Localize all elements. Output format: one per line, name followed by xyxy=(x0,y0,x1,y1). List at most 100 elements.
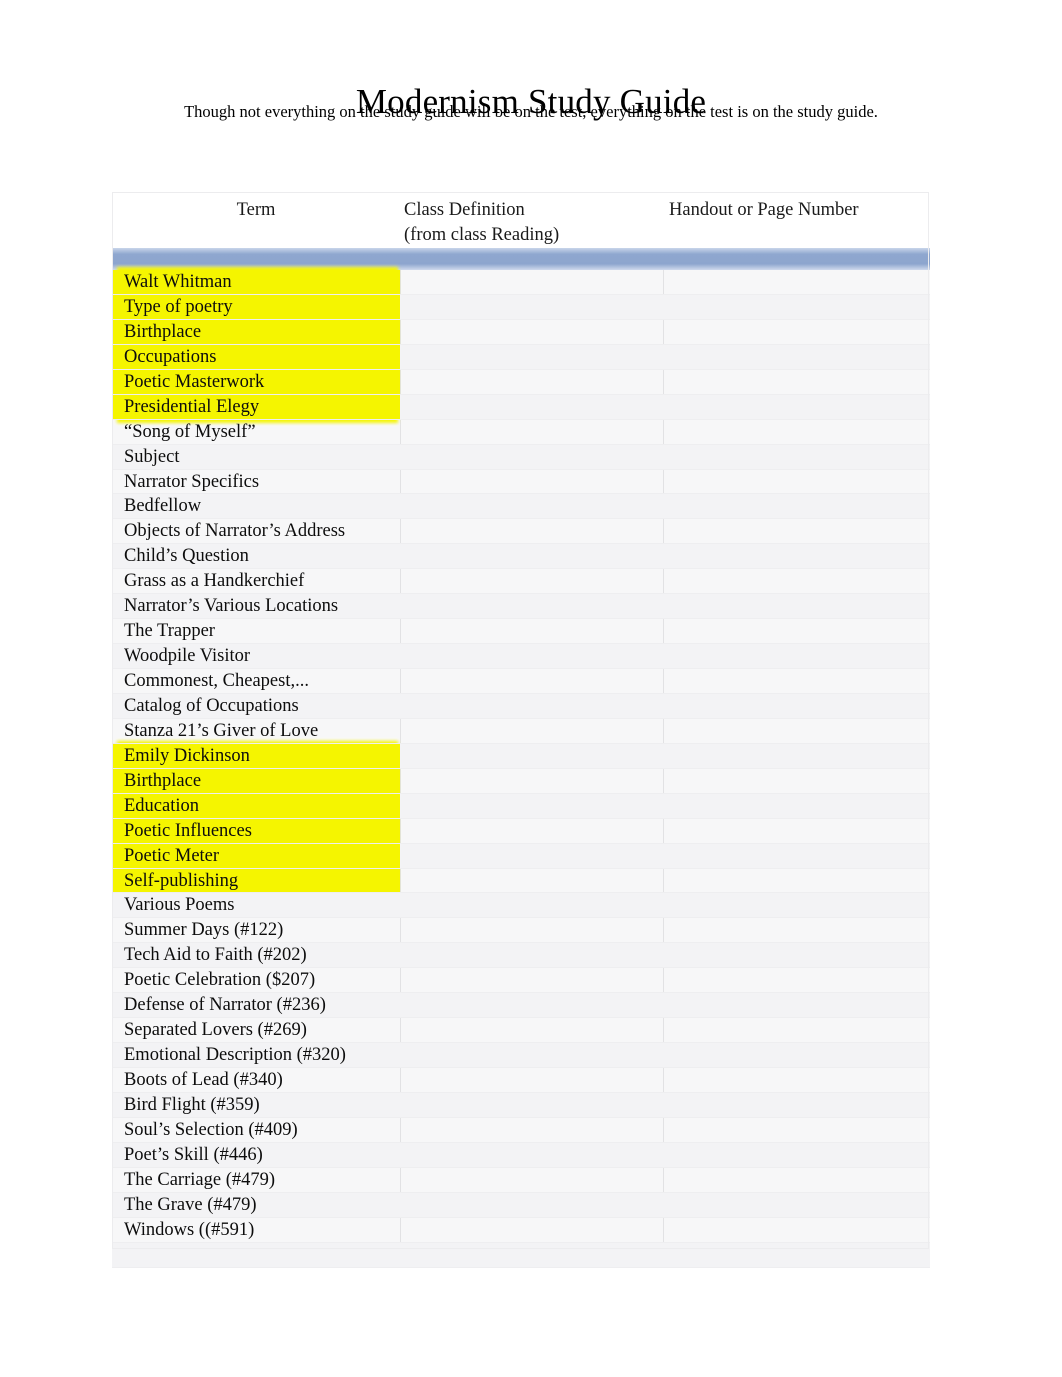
term-label: Bird Flight (#359) xyxy=(124,1094,260,1115)
cell-definition[interactable] xyxy=(401,1168,663,1193)
cell-page-number[interactable] xyxy=(664,544,930,569)
cell-definition[interactable] xyxy=(401,320,663,345)
table-row: Boots of Lead (#340) xyxy=(112,1068,930,1093)
cell-page-number[interactable] xyxy=(664,719,930,744)
cell-page-number[interactable] xyxy=(664,1168,930,1193)
cell-definition[interactable] xyxy=(401,1143,663,1168)
table-row xyxy=(112,1242,930,1268)
cell-definition[interactable] xyxy=(401,270,663,295)
cell-page-number[interactable] xyxy=(664,1018,930,1043)
cell-definition[interactable] xyxy=(401,569,663,594)
cell-definition[interactable] xyxy=(401,544,663,569)
cell-page-number[interactable] xyxy=(664,619,930,644)
cell-page-number[interactable] xyxy=(664,968,930,993)
cell-page-number[interactable] xyxy=(664,918,930,943)
cell-definition[interactable] xyxy=(401,869,663,894)
cell-definition[interactable] xyxy=(401,893,663,918)
table-row: Narrator’s Various Locations xyxy=(112,594,930,620)
cell-page-number[interactable] xyxy=(664,295,930,320)
cell-page-number[interactable] xyxy=(664,744,930,769)
cell-definition[interactable] xyxy=(401,519,663,544)
cell-term: Summer Days (#122) xyxy=(112,918,400,943)
cell-definition[interactable] xyxy=(401,1093,663,1118)
cell-definition[interactable] xyxy=(401,644,663,669)
cell-page-number[interactable] xyxy=(664,1043,930,1068)
cell-page-number[interactable] xyxy=(664,470,930,495)
cell-definition[interactable] xyxy=(401,819,663,844)
cell-definition[interactable] xyxy=(401,619,663,644)
cell-page-number[interactable] xyxy=(664,819,930,844)
cell-page-number[interactable] xyxy=(664,694,930,719)
cell-definition[interactable] xyxy=(401,1193,663,1218)
cell-definition[interactable] xyxy=(401,1018,663,1043)
cell-page-number[interactable] xyxy=(664,395,930,420)
cell-page-number[interactable] xyxy=(664,1118,930,1143)
cell-page-number[interactable] xyxy=(664,869,930,894)
cell-definition[interactable] xyxy=(401,918,663,943)
cell-definition[interactable] xyxy=(401,993,663,1018)
cell-page-number[interactable] xyxy=(664,1068,930,1093)
cell-page-number[interactable] xyxy=(664,494,930,519)
term-label: Birthplace xyxy=(124,770,202,791)
table-row: Poetic Influences xyxy=(112,818,930,844)
term-label: Type of poetry xyxy=(124,296,233,317)
cell-definition[interactable] xyxy=(401,769,663,794)
cell-page-number[interactable] xyxy=(664,270,930,295)
cell-definition[interactable] xyxy=(401,669,663,694)
cell-definition[interactable] xyxy=(401,943,663,968)
table-row: Grass as a Handkerchief xyxy=(112,569,930,595)
cell-definition[interactable] xyxy=(401,1218,663,1243)
table-row: Stanza 21’s Giver of Love xyxy=(112,719,930,744)
cell-page-number[interactable] xyxy=(664,893,930,918)
cell-page-number[interactable] xyxy=(664,769,930,794)
cell-definition[interactable] xyxy=(401,295,663,320)
cell-definition[interactable] xyxy=(401,694,663,719)
column-header-definition-line2: (from class Reading) xyxy=(404,225,560,245)
cell-definition[interactable] xyxy=(401,1068,663,1093)
term-label: Grass as a Handkerchief xyxy=(124,571,305,592)
cell-definition[interactable] xyxy=(401,345,663,370)
term-label: Child’s Question xyxy=(124,546,249,567)
cell-page-number[interactable] xyxy=(664,1218,930,1243)
cell-definition[interactable] xyxy=(401,420,663,445)
cell-page-number[interactable] xyxy=(664,669,930,694)
cell-page-number[interactable] xyxy=(664,1243,930,1268)
term-label: Objects of Narrator’s Address xyxy=(124,521,346,542)
cell-definition[interactable] xyxy=(401,794,663,819)
cell-page-number[interactable] xyxy=(664,569,930,594)
cell-definition[interactable] xyxy=(401,370,663,395)
cell-page-number[interactable] xyxy=(664,644,930,669)
cell-definition[interactable] xyxy=(401,494,663,519)
cell-term: The Trapper xyxy=(112,619,400,644)
cell-page-number[interactable] xyxy=(664,794,930,819)
cell-page-number[interactable] xyxy=(664,1143,930,1168)
cell-definition[interactable] xyxy=(401,1243,663,1268)
cell-definition[interactable] xyxy=(401,594,663,619)
cell-page-number[interactable] xyxy=(664,370,930,395)
cell-definition[interactable] xyxy=(401,844,663,869)
cell-definition[interactable] xyxy=(401,719,663,744)
table-row: The Grave (#479) xyxy=(112,1192,930,1218)
cell-definition[interactable] xyxy=(401,744,663,769)
cell-page-number[interactable] xyxy=(664,345,930,370)
cell-page-number[interactable] xyxy=(664,320,930,345)
cell-page-number[interactable] xyxy=(664,993,930,1018)
cell-page-number[interactable] xyxy=(664,445,930,470)
cell-page-number[interactable] xyxy=(664,420,930,445)
cell-definition[interactable] xyxy=(401,968,663,993)
cell-definition[interactable] xyxy=(401,1043,663,1068)
document-page: Modernism Study Guide Though not everyth… xyxy=(0,0,1062,1377)
cell-page-number[interactable] xyxy=(664,594,930,619)
cell-page-number[interactable] xyxy=(664,519,930,544)
cell-page-number[interactable] xyxy=(664,844,930,869)
table-row: Occupations xyxy=(112,344,930,370)
cell-definition[interactable] xyxy=(401,470,663,495)
cell-page-number[interactable] xyxy=(664,1093,930,1118)
cell-term: Poetic Meter xyxy=(112,843,400,869)
cell-definition[interactable] xyxy=(401,1118,663,1143)
cell-page-number[interactable] xyxy=(664,1193,930,1218)
cell-page-number[interactable] xyxy=(664,943,930,968)
cell-definition[interactable] xyxy=(401,445,663,470)
cell-definition[interactable] xyxy=(401,395,663,420)
table-row: Summer Days (#122) xyxy=(112,918,930,944)
